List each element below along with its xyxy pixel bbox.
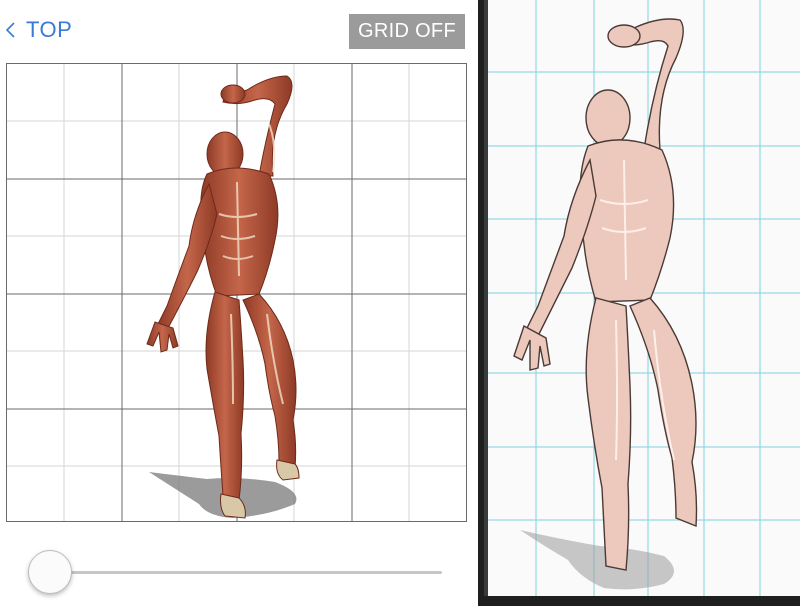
chevron-left-icon — [5, 22, 15, 38]
back-button-label: TOP — [26, 17, 73, 42]
back-button[interactable]: TOP — [4, 14, 72, 46]
anatomy-figure — [146, 75, 300, 519]
reference-drawing — [7, 64, 466, 521]
sketch-panel-bottom-bar — [478, 596, 800, 606]
sketch-panel[interactable] — [484, 0, 800, 606]
reference-panel: TOP GRID OFF — [0, 0, 478, 606]
overlay-opacity-slider[interactable] — [28, 548, 444, 598]
slider-track[interactable] — [50, 571, 442, 574]
grid-toggle-button[interactable]: GRID OFF — [349, 14, 465, 49]
sketch-drawing — [484, 0, 800, 606]
sketch-sheet-edge — [484, 0, 488, 606]
slider-thumb[interactable] — [28, 550, 72, 594]
reference-canvas[interactable] — [6, 63, 467, 522]
